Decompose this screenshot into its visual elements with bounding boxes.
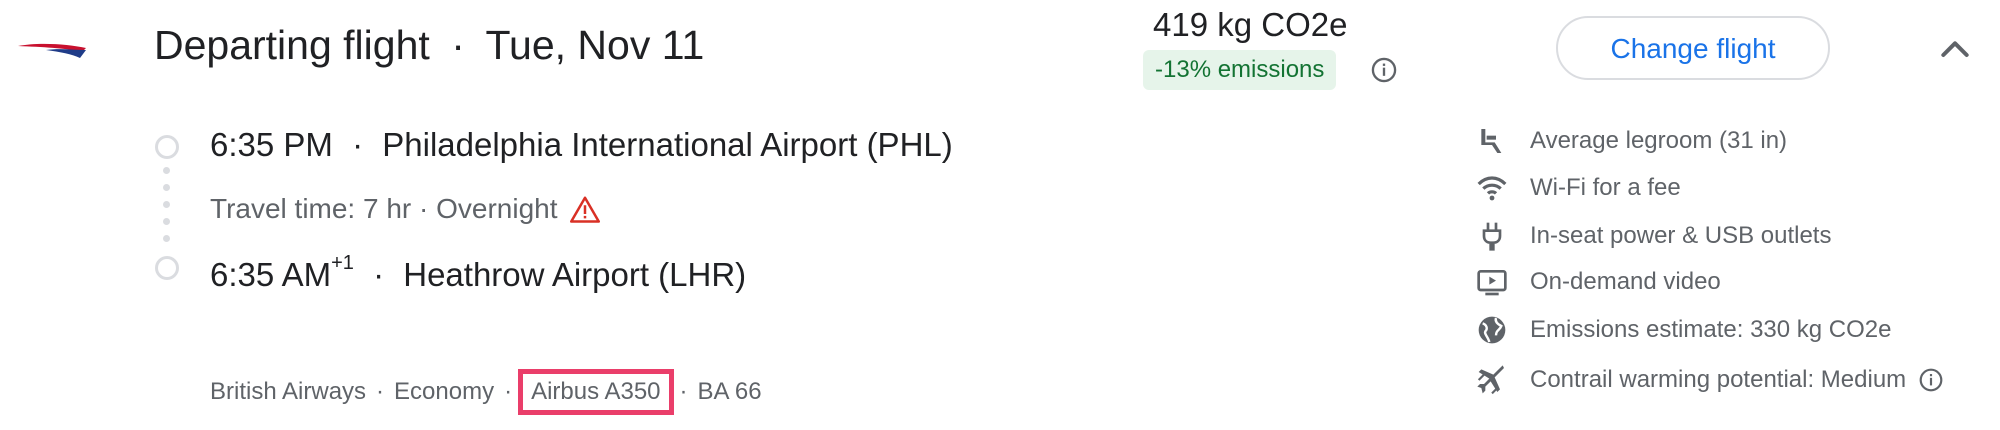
amenity-video: On-demand video <box>1476 262 1996 302</box>
arrival-time: 6:35 AM <box>210 256 332 293</box>
separator: · <box>504 378 513 405</box>
video-icon <box>1477 270 1507 296</box>
departure-time: 6:35 PM <box>210 126 333 163</box>
title-text: Departing flight <box>154 22 430 68</box>
page-title: Departing flight · Tue, Nov 11 <box>154 22 704 69</box>
departure-marker <box>155 135 179 159</box>
flight-details: British Airways · Economy · Airbus A350 … <box>210 369 762 415</box>
contrail-plane-icon <box>1477 365 1504 395</box>
separator: · <box>373 256 385 293</box>
arrival-row: 6:35 AM+1 · Heathrow Airport (LHR) <box>210 252 747 294</box>
wifi-icon <box>1477 176 1507 201</box>
flight-date: Tue, Nov 11 <box>485 22 705 68</box>
timeline-dot <box>163 235 170 242</box>
title-separator: · <box>451 22 465 68</box>
separator: · <box>679 378 688 405</box>
separator: · <box>376 378 385 405</box>
amenity-label: On-demand video <box>1530 268 1721 295</box>
amenity-power: In-seat power & USB outlets <box>1476 216 1996 256</box>
cabin-class: Economy <box>394 378 495 405</box>
power-plug-icon <box>1482 222 1502 251</box>
globe-icon <box>1478 316 1506 344</box>
amenity-label: Average legroom (31 in) <box>1530 127 1788 154</box>
flight-number: BA 66 <box>697 378 762 405</box>
change-flight-button[interactable]: Change flight <box>1556 16 1830 80</box>
amenity-emissions: Emissions estimate: 330 kg CO2e <box>1476 310 1996 350</box>
chevron-up-icon[interactable] <box>1935 30 1975 70</box>
aircraft-model: Airbus A350 <box>518 369 674 415</box>
amenity-wifi: Wi-Fi for a fee <box>1476 168 1996 208</box>
departure-row: 6:35 PM · Philadelphia International Air… <box>210 126 953 164</box>
departure-airport: Philadelphia International Airport (PHL) <box>382 126 953 163</box>
info-icon[interactable] <box>1370 56 1398 84</box>
amenity-label: In-seat power & USB outlets <box>1530 222 1832 249</box>
amenity-legroom: Average legroom (31 in) <box>1476 121 1996 161</box>
timeline-dot <box>163 167 170 174</box>
arrival-marker <box>155 256 179 280</box>
amenity-label: Emissions estimate: 330 kg CO2e <box>1530 316 1892 343</box>
warning-icon <box>569 196 600 223</box>
airline-name: British Airways <box>210 378 367 405</box>
arrival-airport: Heathrow Airport (LHR) <box>403 256 747 293</box>
day-offset: +1 <box>331 252 354 274</box>
amenity-label: Contrail warming potential: Medium <box>1530 366 1907 393</box>
emissions-badge: -13% emissions <box>1143 50 1337 90</box>
travel-time: Travel time: 7 hr · Overnight <box>210 193 558 224</box>
co2-total: 419 kg CO2e <box>1153 6 1348 43</box>
separator: · <box>352 126 364 163</box>
timeline-dot <box>163 218 170 225</box>
amenity-contrail: Contrail warming potential: Medium <box>1476 360 1996 400</box>
info-icon[interactable] <box>1918 367 1944 393</box>
timeline-dot <box>163 201 170 208</box>
travel-info: Travel time: 7 hr · Overnight <box>210 193 600 225</box>
legroom-seat-icon <box>1481 129 1502 153</box>
timeline-dot <box>163 184 170 191</box>
amenity-label: Wi-Fi for a fee <box>1530 174 1681 201</box>
british-airways-logo <box>18 43 86 58</box>
